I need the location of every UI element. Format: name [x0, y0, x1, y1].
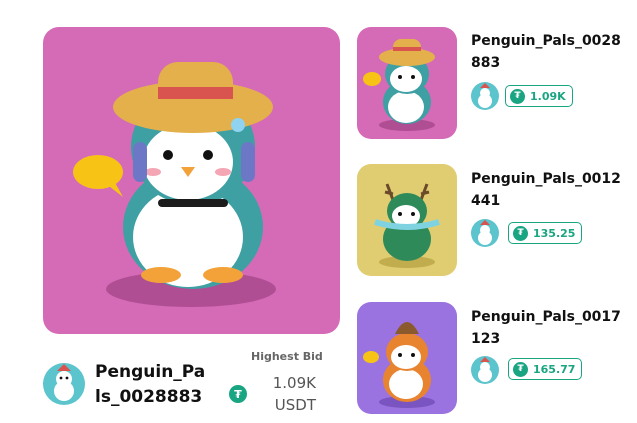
nft-card-thumbnail[interactable]: [357, 302, 457, 414]
featured-nft-name[interactable]: Penguin_Pals_0028883: [95, 360, 210, 410]
nft-card-thumbnail[interactable]: [357, 27, 457, 139]
penguin-avatar-icon[interactable]: [471, 356, 499, 384]
tether-icon: ₮: [513, 225, 528, 241]
tether-icon: ₮: [229, 385, 247, 403]
penguin-illustration: [363, 39, 435, 131]
nft-price-tag: ₮ 1.09K: [505, 85, 573, 107]
penguin-avatar-icon: [54, 364, 74, 401]
owner-avatar[interactable]: [43, 363, 85, 405]
penguin-illustration: [374, 183, 440, 268]
nft-price-tag: ₮ 135.25: [508, 222, 583, 244]
tether-icon: ₮: [510, 88, 525, 104]
nft-card-name[interactable]: Penguin_Pals_0012441: [471, 168, 621, 212]
penguin-avatar-icon[interactable]: [471, 219, 499, 247]
penguin-avatar-icon[interactable]: [471, 82, 499, 110]
nft-card-thumbnail[interactable]: [357, 164, 457, 276]
tether-icon: ₮: [513, 361, 528, 377]
bid-amount: 1.09K: [272, 374, 316, 392]
highest-bid-value: 1.09K USDT: [272, 372, 316, 416]
nft-price: 1.09K: [530, 89, 566, 103]
nft-price: 135.25: [533, 226, 576, 240]
penguin-illustration: [363, 322, 435, 408]
bid-currency: USDT: [274, 396, 316, 414]
highest-bid-label: Highest Bid: [251, 350, 323, 363]
nft-price: 165.77: [533, 362, 576, 376]
nft-price-tag: ₮ 165.77: [508, 358, 583, 380]
penguin-illustration: [73, 62, 276, 307]
nft-card-name[interactable]: Penguin_Pals_0028883: [471, 30, 621, 74]
featured-nft-image[interactable]: [43, 27, 340, 334]
nft-card-name[interactable]: Penguin_Pals_0017123: [471, 306, 621, 350]
